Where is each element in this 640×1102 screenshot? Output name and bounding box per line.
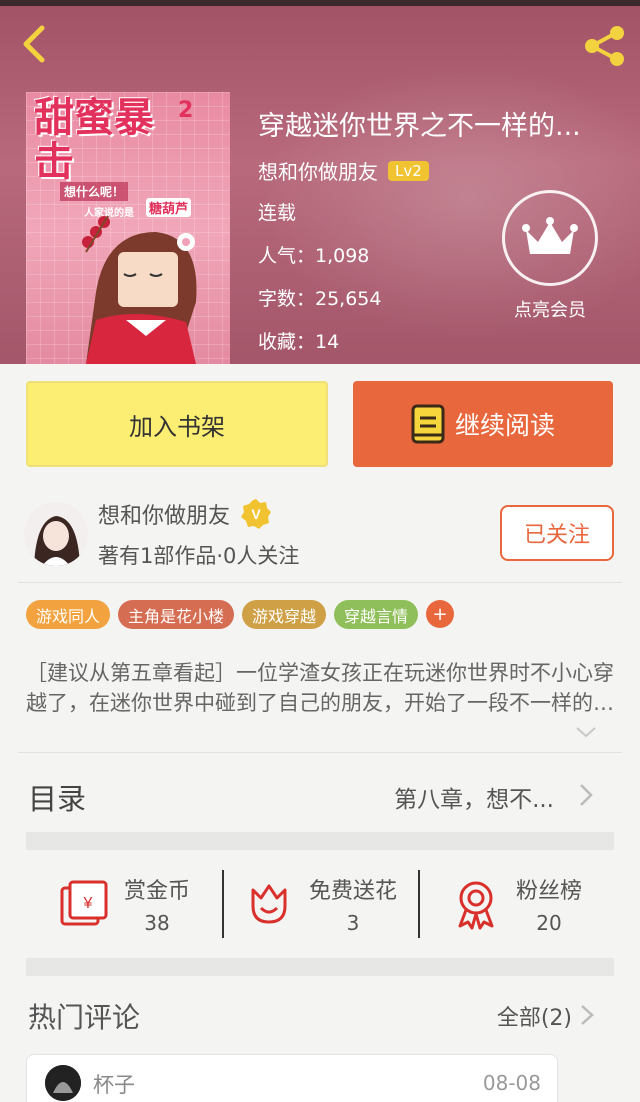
reward-coins-button[interactable]: ¥ 赏金币 38 [26,850,222,958]
book-favorites: 收藏：14 [258,331,340,353]
chevron-down-icon[interactable] [574,722,598,742]
chevron-right-icon [580,784,593,806]
flower-icon [251,884,287,924]
table-of-contents-row[interactable]: 目录 第八章，想不... [0,754,640,834]
comment-date: 08-08 [482,1071,541,1095]
book-author[interactable]: 想和你做朋友 [258,156,378,185]
commenter-name[interactable]: 杯子 [93,1069,135,1099]
book-status: 连载 [258,202,297,224]
stat-value: 20 [536,911,562,935]
toc-label: 目录 [28,782,87,816]
fan-ranking-button[interactable]: 粉丝榜 20 [418,850,614,958]
latest-chapter: 第八章，想不... [394,787,554,813]
stat-label: 赏金币 [123,879,190,904]
cover-character-illustration [82,215,197,364]
author-avatar[interactable] [24,502,88,566]
stat-value: 38 [144,911,170,935]
book-popularity: 人气：1,098 [258,245,370,267]
chevron-right-icon[interactable] [578,1003,596,1027]
stat-value: 3 [346,911,360,935]
status-bar-strip [0,0,640,6]
svg-text:V: V [251,506,261,522]
author-stats: 著有1部作品·0人关注 [98,544,300,568]
section-gap [26,832,614,850]
commenter-avatar[interactable] [45,1065,81,1101]
author-level-badge: Lv2 [388,160,429,181]
book-word-count: 字数：25,654 [258,288,382,310]
book-title: 穿越迷你世界之不一样的... [258,111,581,142]
divider [18,582,622,583]
section-gap [26,958,614,976]
follow-button[interactable]: 已关注 [500,505,614,561]
author-name-row[interactable]: 想和你做朋友 V [98,498,272,530]
continue-reading-button[interactable]: 继续阅读 [353,381,613,467]
tag-item[interactable]: 游戏穿越 [242,600,327,629]
commenter-avatar-image [45,1065,81,1101]
avatar-image [24,502,88,566]
stat-label: 免费送花 [308,879,397,904]
vip-label[interactable]: 点亮会员 [490,296,610,322]
book-icon [411,404,445,444]
tag-item[interactable]: 主角是花小楼 [118,600,235,629]
back-icon[interactable] [14,22,58,66]
tag-list: 游戏同人 主角是花小楼 游戏穿越 穿越言情 + [26,600,455,629]
red-envelope-icon: ¥ [60,880,108,926]
stats-panel: ¥ 赏金币 38 免费送花 3 粉丝榜 20 [26,850,614,958]
hot-comments-heading: 热门评论 [28,1001,141,1034]
more-tags-button[interactable]: + [426,600,455,628]
share-icon[interactable] [580,22,628,70]
continue-reading-label: 继续阅读 [454,411,555,440]
tag-item[interactable]: 游戏同人 [26,600,111,629]
verified-badge-icon: V [241,499,272,529]
add-to-shelf-button[interactable]: 加入书架 [26,381,328,467]
all-comments-link[interactable]: 全部(2) [497,1000,572,1032]
follow-label: 已关注 [523,523,590,548]
medal-icon [458,881,494,930]
tag-item[interactable]: 穿越言情 [334,600,419,629]
add-to-shelf-label: 加入书架 [129,412,225,441]
author-name[interactable]: 想和你做朋友 [98,498,230,530]
book-synopsis[interactable]: ［建议从第五章看起］一位学渣女孩正在玩迷你世界时不小心穿越了，在迷你世界中碰到了… [26,658,616,718]
svg-text:¥: ¥ [83,895,93,912]
book-header: 甜蜜暴击 2 想什么呢！ 人家说的是 糖葫芦 穿越迷你世界之不一样的... 想和… [0,0,640,364]
comment-card[interactable]: 杯子 08-08 [26,1054,558,1102]
divider [18,752,622,753]
crown-icon [522,217,578,254]
book-cover[interactable]: 甜蜜暴击 2 想什么呢！ 人家说的是 糖葫芦 [26,92,230,364]
stat-label: 粉丝榜 [515,879,582,904]
author-line[interactable]: 想和你做朋友 Lv2 [258,156,429,185]
vip-button[interactable] [502,190,598,286]
free-flower-button[interactable]: 免费送花 3 [222,850,418,958]
